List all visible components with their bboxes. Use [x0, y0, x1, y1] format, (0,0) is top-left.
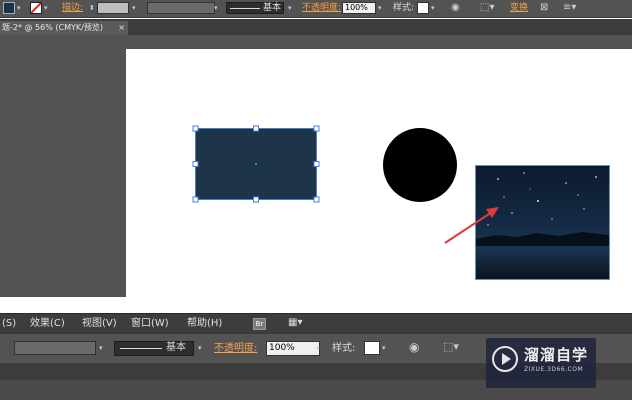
menu-effect[interactable]: 效果(C) — [30, 317, 65, 331]
fill-dropdown-icon[interactable]: ▾ — [17, 2, 21, 14]
brush-dropdown-icon[interactable]: ▾ — [288, 2, 292, 14]
panel-menu-icon[interactable]: ≡▾ — [563, 2, 576, 14]
fill-swatch[interactable] — [3, 2, 15, 14]
document-tab-bar: 题-2* @ 56% (CMYK/预览) × — [0, 19, 632, 35]
brush-style-name: 基本 — [263, 3, 282, 13]
center-point — [255, 163, 257, 165]
style-label: 样式: — [393, 3, 415, 13]
rectangle-shape[interactable] — [192, 125, 320, 203]
opacity-input[interactable]: 100% — [342, 2, 376, 14]
graphic-style-dropdown-icon-2[interactable]: ▾ — [382, 342, 386, 354]
isolate-icon[interactable]: ⊠ — [540, 2, 548, 14]
graphic-style-dropdown-icon[interactable]: ▾ — [431, 2, 435, 14]
menu-view[interactable]: 视图(V) — [82, 317, 117, 331]
stroke-weight-label[interactable]: 描边: — [62, 2, 83, 15]
no-stroke-icon — [31, 3, 41, 13]
menu-select[interactable]: (S) — [2, 317, 16, 331]
opacity-label-2[interactable]: 不透明度: — [214, 342, 257, 355]
bridge-icon[interactable]: Br — [253, 318, 266, 330]
align-icon-2[interactable]: ⬚▾ — [443, 341, 459, 353]
stroke-swatch[interactable] — [30, 2, 42, 14]
stroke-weight-input[interactable] — [97, 2, 129, 14]
brush-preview-line — [230, 8, 260, 9]
arrange-documents-icon[interactable]: ▦▾ — [288, 317, 302, 329]
brush-style-name-2: 基本 — [166, 342, 186, 353]
close-tab-icon[interactable]: × — [118, 21, 125, 35]
menu-bar: (S) 效果(C) 视图(V) 窗口(W) 帮助(H) Br ▦▾ — [0, 313, 632, 333]
circle-shape[interactable] — [383, 128, 457, 202]
night-sky-photo[interactable] — [475, 165, 610, 280]
opacity-label[interactable]: 不透明度: — [302, 2, 341, 15]
menu-window[interactable]: 窗口(W) — [131, 317, 169, 331]
graphic-style-swatch[interactable] — [417, 2, 429, 14]
profile-dropdown-icon-2[interactable]: ▾ — [99, 342, 103, 354]
recolor-artwork-icon-2[interactable]: ◉ — [409, 341, 419, 353]
watermark-url: ZIXUE.3D66.COM — [524, 366, 584, 373]
artboard[interactable] — [126, 49, 632, 297]
align-icon[interactable]: ⬚▾ — [480, 2, 494, 14]
menu-help[interactable]: 帮助(H) — [187, 317, 222, 331]
opacity-input-2[interactable]: 100% — [266, 341, 320, 356]
stroke-dropdown-icon[interactable]: ▾ — [44, 2, 48, 14]
play-logo-icon — [492, 346, 518, 372]
watermark: 溜溜自学 ZIXUE.3D66.COM — [486, 338, 596, 388]
opacity-dropdown-icon-2[interactable]: ▾ — [316, 342, 320, 354]
brush-definition[interactable]: 基本 — [226, 2, 284, 14]
document-tab[interactable]: 题-2* @ 56% (CMYK/预览) × — [0, 21, 128, 35]
recolor-artwork-icon[interactable]: ◉ — [451, 2, 460, 14]
stroke-weight-dropdown-icon[interactable]: ▾ — [132, 2, 136, 14]
control-bar-top: ▾ ▾ 描边: ⬍ ▾ ▾ 基本 ▾ 不透明度: 100% ▾ 样式: ▾ ◉ … — [0, 0, 632, 18]
brush-preview-line-2 — [120, 348, 162, 349]
brush-dropdown-icon-2[interactable]: ▾ — [198, 342, 202, 354]
variable-width-profile-2[interactable] — [14, 341, 96, 355]
variable-width-profile[interactable] — [147, 2, 215, 14]
document-tab-title: 题-2* @ 56% (CMYK/预览) — [2, 23, 103, 32]
graphic-style-swatch-2[interactable] — [364, 341, 380, 355]
profile-dropdown-icon[interactable]: ▾ — [214, 2, 218, 14]
canvas-art — [192, 125, 610, 280]
transform-label[interactable]: 变换 — [510, 2, 528, 15]
opacity-dropdown-icon[interactable]: ▾ — [378, 2, 382, 14]
stroke-weight-stepper[interactable]: ⬍ — [89, 2, 95, 14]
brush-definition-2[interactable]: 基本 — [114, 341, 194, 356]
watermark-name: 溜溜自学 — [524, 346, 589, 364]
style-label-2: 样式: — [332, 343, 356, 354]
